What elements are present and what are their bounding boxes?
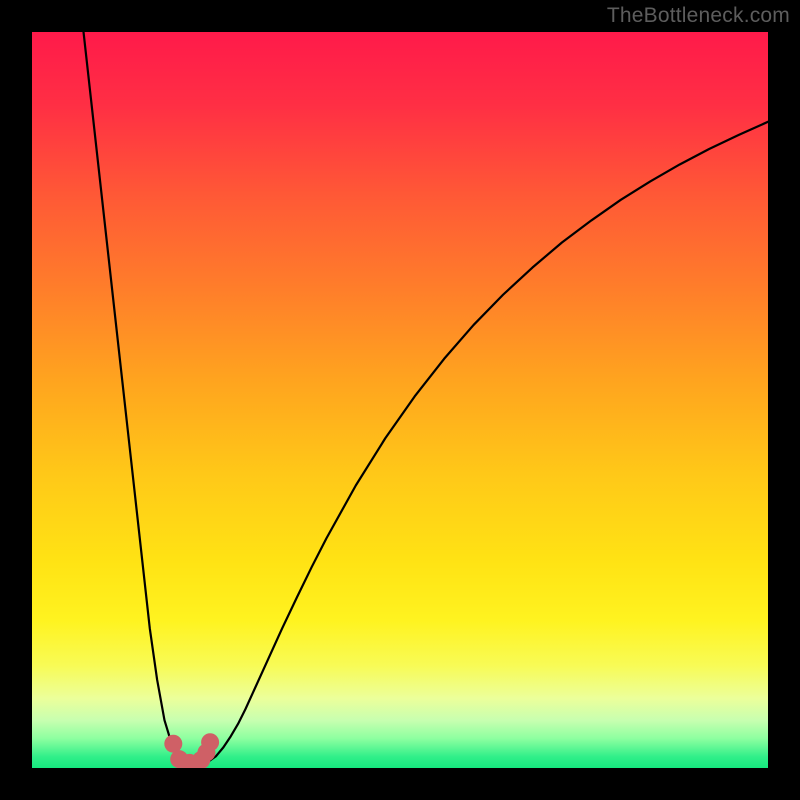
- watermark-text: TheBottleneck.com: [607, 4, 790, 28]
- marker-dot: [164, 735, 182, 753]
- bottleneck-chart: [32, 32, 768, 768]
- plot-frame: [32, 32, 768, 768]
- gradient-background: [32, 32, 768, 768]
- marker-dot: [201, 733, 219, 751]
